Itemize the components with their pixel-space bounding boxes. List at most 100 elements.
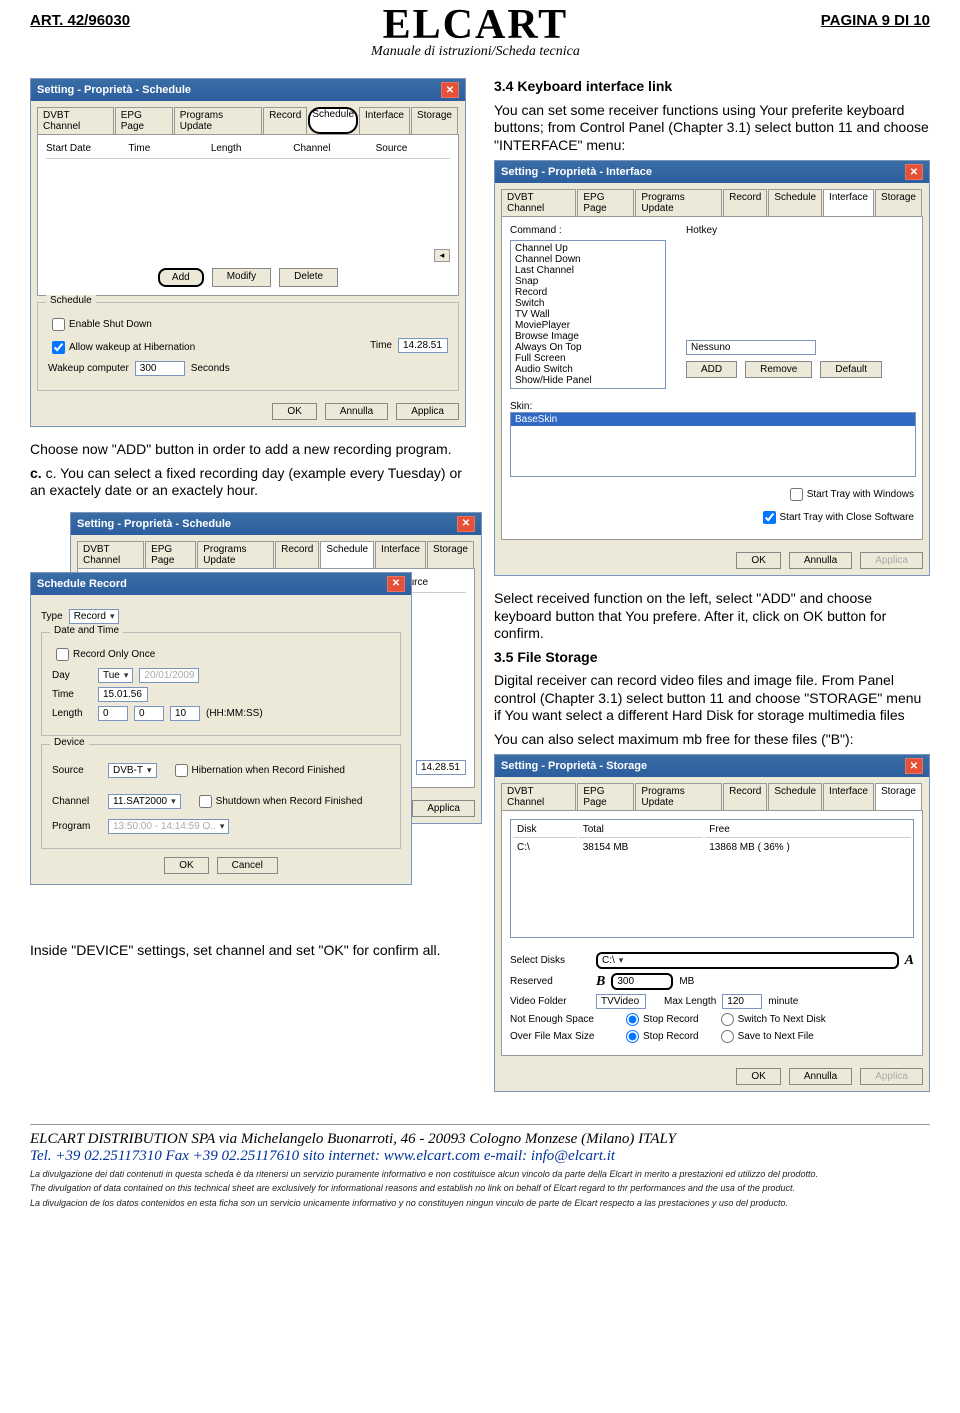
brand-name: ELCART	[363, 4, 588, 46]
shutdown-checkbox[interactable]	[199, 795, 212, 808]
tab-dvbt[interactable]: DVBT Channel	[37, 107, 114, 134]
tab-schedule[interactable]: Schedule	[768, 783, 822, 810]
time-field[interactable]: 14.28.51	[398, 338, 448, 353]
cancel-button[interactable]: Cancel	[217, 857, 278, 874]
delete-button[interactable]: Delete	[279, 268, 338, 287]
list-item[interactable]: Audio Switch	[513, 364, 663, 375]
video-folder-field[interactable]: TVVideo	[596, 994, 646, 1009]
switch-next-radio[interactable]	[721, 1013, 734, 1026]
col-length: Length	[211, 143, 285, 154]
tab-programs[interactable]: Programs Update	[197, 541, 274, 568]
schedule-list[interactable]	[46, 158, 450, 249]
close-icon[interactable]: ✕	[905, 164, 923, 180]
stop-record-radio-2[interactable]	[626, 1030, 639, 1043]
tab-dvbt[interactable]: DVBT Channel	[501, 189, 576, 216]
list-item[interactable]: Record	[513, 287, 663, 298]
max-length-field[interactable]: 120	[722, 994, 762, 1009]
ok-button[interactable]: OK	[736, 1068, 780, 1085]
page: ART. 42/96030 ELCART Manuale di istruzio…	[0, 0, 960, 1228]
source-select[interactable]: DVB-T	[108, 763, 157, 778]
tab-dvbt[interactable]: DVBT Channel	[77, 541, 144, 568]
default-hotkey-button[interactable]: Default	[820, 361, 882, 378]
tab-storage[interactable]: Storage	[875, 189, 922, 216]
tab-dvbt[interactable]: DVBT Channel	[501, 783, 576, 810]
tab-interface[interactable]: Interface	[823, 189, 874, 216]
add-hotkey-button[interactable]: ADD	[686, 361, 737, 378]
applica-button[interactable]: Applica	[412, 800, 475, 817]
table-row[interactable]: C:\ 38154 MB 13868 MB ( 36% )	[513, 840, 911, 855]
allow-wakeup-checkbox[interactable]	[52, 341, 65, 354]
tab-interface[interactable]: Interface	[823, 783, 874, 810]
tab-epg[interactable]: EPG Page	[577, 783, 634, 810]
type-select[interactable]: Record	[69, 609, 120, 624]
ok-button[interactable]: OK	[272, 403, 316, 420]
list-item[interactable]: Switch	[513, 298, 663, 309]
start-tray-close-checkbox[interactable]	[763, 511, 776, 524]
wakeup-seconds-field[interactable]: 300	[135, 361, 185, 376]
command-listbox[interactable]: Channel Up Channel Down Last Channel Sna…	[510, 240, 666, 389]
ok-button[interactable]: OK	[736, 552, 780, 569]
modify-button[interactable]: Modify	[212, 268, 271, 287]
time-field[interactable]: 15.01.56	[98, 687, 148, 702]
tab-record[interactable]: Record	[723, 189, 767, 216]
length-m[interactable]: 0	[134, 706, 164, 721]
tab-interface[interactable]: Interface	[375, 541, 426, 568]
remove-hotkey-button[interactable]: Remove	[745, 361, 812, 378]
reserved-field[interactable]: 300	[611, 973, 673, 990]
list-item[interactable]: Browse Image	[513, 331, 663, 342]
length-s[interactable]: 10	[170, 706, 200, 721]
tab-storage[interactable]: Storage	[875, 783, 922, 810]
list-item[interactable]: Full Screen	[513, 353, 663, 364]
tab-programs[interactable]: Programs Update	[174, 107, 262, 134]
scroll-left-icon[interactable]: ◂	[434, 249, 450, 262]
hotkey-field[interactable]: Nessuno	[686, 340, 816, 355]
stop-record-radio-1[interactable]	[626, 1013, 639, 1026]
tab-schedule[interactable]: Schedule	[768, 189, 822, 216]
start-tray-windows-checkbox[interactable]	[790, 488, 803, 501]
annulla-button[interactable]: Annulla	[325, 403, 388, 420]
tab-record[interactable]: Record	[275, 541, 319, 568]
ok-button[interactable]: OK	[164, 857, 208, 874]
tab-interface[interactable]: Interface	[359, 107, 410, 134]
hibernate-checkbox[interactable]	[175, 764, 188, 777]
tab-epg[interactable]: EPG Page	[115, 107, 173, 134]
tab-schedule[interactable]: Schedule	[320, 541, 374, 568]
select-disks-select[interactable]: C:\	[596, 952, 899, 969]
skin-selected[interactable]: BaseSkin	[511, 413, 915, 426]
list-item[interactable]: Channel Down	[513, 254, 663, 265]
list-item[interactable]: Always On Top	[513, 342, 663, 353]
close-icon[interactable]: ✕	[457, 516, 475, 532]
tab-schedule[interactable]: Schedule	[308, 107, 358, 134]
tab-record[interactable]: Record	[263, 107, 307, 134]
tab-programs[interactable]: Programs Update	[635, 189, 722, 216]
annulla-button[interactable]: Annulla	[789, 1068, 852, 1085]
add-button[interactable]: Add	[158, 268, 204, 287]
tab-storage[interactable]: Storage	[411, 107, 458, 134]
save-next-radio[interactable]	[721, 1030, 734, 1043]
length-h[interactable]: 0	[98, 706, 128, 721]
record-only-once-checkbox[interactable]	[56, 648, 69, 661]
enable-shutdown-checkbox[interactable]	[52, 318, 65, 331]
close-icon[interactable]: ✕	[441, 82, 459, 98]
stop-record-label: Stop Record	[643, 1014, 699, 1025]
list-item[interactable]: Channel Up	[513, 243, 663, 254]
list-item[interactable]: Last Channel	[513, 265, 663, 276]
tab-epg[interactable]: EPG Page	[577, 189, 634, 216]
channel-select[interactable]: 11.SAT2000	[108, 794, 181, 809]
time-field[interactable]: 14.28.51	[416, 760, 466, 775]
tab-programs[interactable]: Programs Update	[635, 783, 722, 810]
close-icon[interactable]: ✕	[387, 576, 405, 592]
applica-button[interactable]: Applica	[396, 403, 459, 420]
list-item[interactable]: Snap	[513, 276, 663, 287]
close-icon[interactable]: ✕	[905, 758, 923, 774]
tab-storage[interactable]: Storage	[427, 541, 474, 568]
tab-epg[interactable]: EPG Page	[145, 541, 196, 568]
annulla-button[interactable]: Annulla	[789, 552, 852, 569]
footer-disc2: The divulgation of data contained on thi…	[30, 1183, 930, 1193]
tab-record[interactable]: Record	[723, 783, 767, 810]
list-item[interactable]: TV Wall	[513, 309, 663, 320]
day-select[interactable]: Tue	[98, 668, 133, 683]
list-item[interactable]: MoviePlayer	[513, 320, 663, 331]
list-item[interactable]: Show/Hide Panel	[513, 375, 663, 386]
skin-listbox[interactable]: BaseSkin	[510, 412, 916, 477]
